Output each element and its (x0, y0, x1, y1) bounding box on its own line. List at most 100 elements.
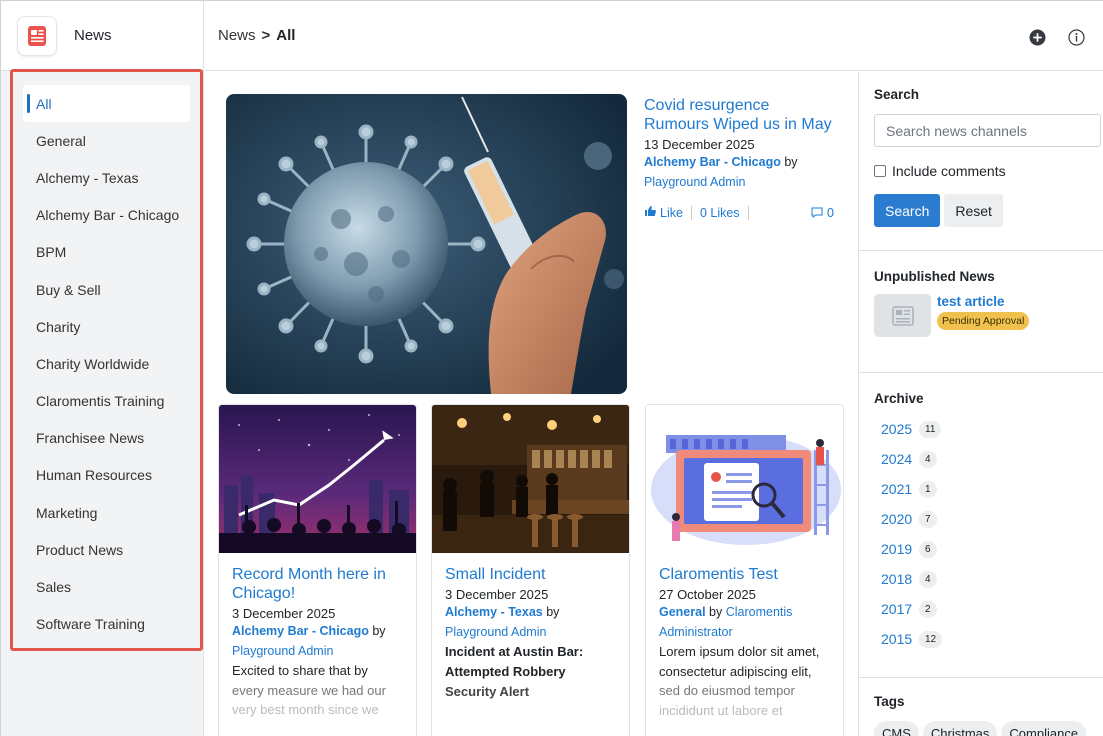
divider (747, 205, 749, 220)
featured-like-button[interactable]: Like (660, 206, 683, 220)
tag-list: CMS Christmas Compliance (874, 721, 1089, 736)
excerpt-line: very best month since we (232, 702, 379, 717)
article-card-image[interactable] (646, 405, 843, 553)
featured-article-title[interactable]: Covid resurgence Rumours Wiped us in May (644, 96, 834, 134)
article-card: Small Incident 3 December 2025 Alchemy -… (431, 404, 630, 736)
comment-icon (811, 207, 823, 218)
archive-item[interactable]: 2020 7 (874, 504, 1089, 534)
sidebar-item-buy-sell[interactable]: Buy & Sell (23, 271, 190, 308)
article-card-author[interactable]: Playground Admin (232, 644, 333, 658)
excerpt-line: Attempted Robbery (445, 664, 566, 679)
newspaper-icon[interactable] (874, 294, 931, 337)
sidebar-item-software-training[interactable]: Software Training (23, 606, 190, 643)
featured-comments[interactable]: 0 (811, 206, 834, 220)
archive-list: 2025 11 2024 4 2021 1 2020 7 2019 6 2018 4 201… (874, 414, 1089, 654)
app-brand: News (1, 1, 203, 71)
search-button[interactable]: Search (874, 194, 941, 227)
include-comments-label: Include comments (892, 163, 1006, 179)
tag-chip[interactable]: Compliance (1001, 721, 1087, 736)
article-card-excerpt: Incident at Austin Bar: Attempted Robber… (445, 642, 616, 702)
featured-comments-count: 0 (827, 205, 834, 220)
archive-year[interactable]: 2020 (881, 511, 919, 527)
excerpt-line: Security Alert (445, 684, 530, 699)
sidebar-item-marketing[interactable]: Marketing (23, 494, 190, 531)
archive-year[interactable]: 2019 (881, 541, 919, 557)
header-actions (1029, 29, 1085, 51)
reset-button[interactable]: Reset (944, 194, 1003, 227)
excerpt-line: Excited to share that by (232, 663, 368, 678)
article-card-channel[interactable]: Alchemy Bar - Chicago (232, 624, 369, 638)
featured-article-author[interactable]: Playground Admin (644, 175, 745, 189)
unpublished-section: Unpublished News test article Pending Ap… (859, 251, 1103, 373)
archive-item[interactable]: 2019 6 (874, 534, 1089, 564)
article-card-date: 27 October 2025 (659, 587, 756, 602)
excerpt-line: incididunt ut labore et (659, 702, 783, 718)
article-card-image[interactable] (219, 405, 416, 553)
sidebar-item-franchisee-news[interactable]: Franchisee News (23, 420, 190, 457)
archive-year[interactable]: 2024 (881, 451, 919, 467)
include-comments-checkbox[interactable] (874, 165, 886, 177)
article-card-channel[interactable]: General (659, 605, 706, 619)
archive-count-badge: 6 (919, 540, 937, 558)
article-card-by: by (709, 605, 723, 619)
sidebar-item-sales[interactable]: Sales (23, 568, 190, 605)
article-card-title[interactable]: Record Month here in Chicago! (232, 565, 403, 603)
sidebar-item-all[interactable]: All (23, 85, 190, 123)
archive-year[interactable]: 2015 (881, 631, 919, 647)
include-comments-option[interactable]: Include comments (874, 163, 1089, 179)
article-card-image[interactable] (432, 405, 629, 553)
archive-count-badge: 2 (919, 600, 937, 618)
sidebar-item-alchemy-bar-chicago[interactable]: Alchemy Bar - Chicago (23, 197, 190, 234)
breadcrumb-separator: > (261, 27, 271, 44)
sidebar-item-product-news[interactable]: Product News (23, 531, 190, 568)
search-input[interactable] (874, 114, 1101, 147)
sidebar: News All General Alchemy - Texas Alchemy… (1, 1, 204, 736)
archive-year[interactable]: 2017 (881, 601, 919, 617)
info-icon[interactable] (1068, 29, 1085, 51)
featured-article-channel[interactable]: Alchemy Bar - Chicago (644, 155, 781, 169)
add-icon[interactable] (1029, 29, 1046, 51)
unpublished-item-title[interactable]: test article (937, 294, 1029, 309)
archive-year[interactable]: 2025 (881, 421, 919, 437)
search-heading: Search (874, 87, 920, 102)
archive-item[interactable]: 2015 12 (874, 624, 1089, 654)
tags-heading: Tags (874, 694, 905, 709)
archive-item[interactable]: 2025 11 (874, 414, 1089, 444)
featured-likes-count[interactable]: 0 Likes (700, 206, 740, 220)
archive-count-badge: 12 (919, 630, 943, 648)
archive-item[interactable]: 2021 1 (874, 474, 1089, 504)
article-card-author[interactable]: Playground Admin (445, 625, 546, 639)
thumbs-up-icon[interactable] (644, 205, 656, 220)
excerpt-line: sed do eiusmod tempor (659, 683, 795, 698)
news-app-icon[interactable] (17, 15, 57, 56)
archive-year[interactable]: 2021 (881, 481, 919, 497)
tag-chip[interactable]: Christmas (922, 721, 998, 736)
archive-year[interactable]: 2018 (881, 571, 919, 587)
sidebar-item-bpm[interactable]: BPM (23, 234, 190, 271)
excerpt-line: Lorem ipsum dolor sit amet, (659, 644, 820, 659)
divider (690, 205, 692, 220)
tag-chip[interactable]: CMS (874, 721, 919, 736)
breadcrumb-root[interactable]: News (218, 27, 256, 44)
featured-article-reactions: Like 0 Likes 0 (644, 205, 834, 220)
sidebar-item-human-resources[interactable]: Human Resources (23, 457, 190, 494)
excerpt-line: consectetur adipiscing elit, (659, 663, 812, 679)
article-card-channel[interactable]: Alchemy - Texas (445, 605, 543, 619)
breadcrumb: News > All (218, 27, 295, 44)
article-card-meta: General by Claromentis Administrator (659, 602, 830, 642)
featured-article-image[interactable] (226, 94, 627, 394)
sidebar-item-charity[interactable]: Charity (23, 308, 190, 345)
sidebar-item-general[interactable]: General (23, 122, 190, 159)
article-card-title[interactable]: Claromentis Test (659, 565, 830, 584)
search-section: Search Include comments Search Reset (859, 72, 1103, 251)
sidebar-item-alchemy-texas[interactable]: Alchemy - Texas (23, 159, 190, 196)
article-card: Claromentis Test 27 October 2025 General… (645, 404, 844, 736)
article-card-title[interactable]: Small Incident (445, 565, 616, 584)
sidebar-item-claromentis-training[interactable]: Claromentis Training (23, 383, 190, 420)
right-panel: Search Include comments Search Reset Unp… (858, 72, 1103, 736)
article-card-date: 3 December 2025 (445, 587, 549, 602)
archive-item[interactable]: 2018 4 (874, 564, 1089, 594)
archive-item[interactable]: 2024 4 (874, 444, 1089, 474)
sidebar-item-charity-worldwide[interactable]: Charity Worldwide (23, 345, 190, 382)
archive-item[interactable]: 2017 2 (874, 594, 1089, 624)
